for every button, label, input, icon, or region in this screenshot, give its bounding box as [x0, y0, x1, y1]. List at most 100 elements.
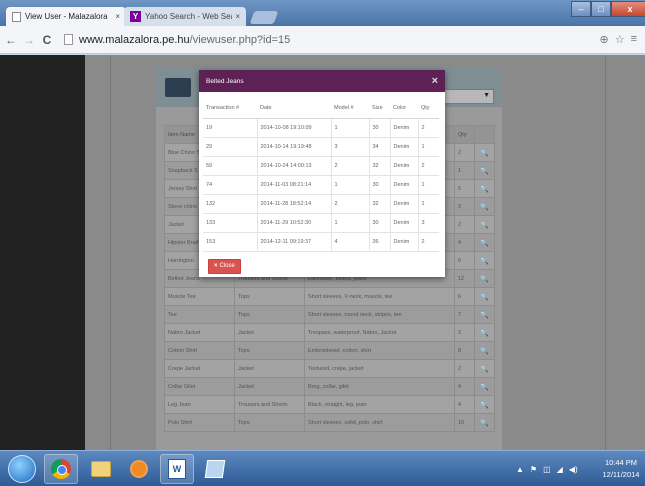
- close-window-button[interactable]: x: [611, 1, 645, 17]
- view-details-icon[interactable]: 🔍: [474, 269, 495, 288]
- item-qty: 10: [454, 413, 475, 432]
- transaction-date: 2014-10-08 19:10:09: [256, 118, 331, 138]
- col-header-model: Model #: [331, 99, 369, 119]
- item-description: Borg, collar, gilet: [304, 377, 455, 396]
- taskbar-sticky-notes[interactable]: [198, 454, 232, 484]
- taskbar-chrome[interactable]: [44, 454, 78, 484]
- tab-yahoo-search[interactable]: Y Yahoo Search - Web Searc ×: [124, 7, 246, 26]
- col-header-size: Size: [369, 99, 390, 119]
- new-tab-button[interactable]: [249, 11, 279, 24]
- view-details-icon[interactable]: 🔍: [474, 377, 495, 396]
- item-qty: 4: [454, 233, 475, 252]
- address-bar[interactable]: www.malazalora.pe.hu/viewuser.php?id=15: [64, 34, 599, 46]
- size: 32: [368, 156, 390, 176]
- view-details-icon[interactable]: 🔍: [474, 323, 495, 342]
- item-name: Tee: [164, 305, 235, 324]
- item-name: Polo Shirt: [164, 413, 235, 432]
- item-category: Tops: [234, 341, 305, 360]
- item-qty: 12: [454, 269, 475, 288]
- filter-dropdown[interactable]: ▼: [444, 89, 494, 104]
- signal-icon[interactable]: ◢: [557, 465, 563, 474]
- col-header-qty: Qty: [418, 99, 439, 119]
- model-number: 1: [330, 213, 369, 233]
- item-description: Short sleeves, V-neck, muscle, tee: [304, 287, 455, 306]
- tab-close-icon[interactable]: ×: [115, 12, 120, 21]
- model-number: 1: [330, 175, 369, 195]
- item-description: Trespass, waterproof, Nabro, Jacket: [304, 323, 455, 342]
- model-number: 4: [330, 232, 369, 252]
- minimize-button[interactable]: –: [571, 1, 591, 17]
- reload-button[interactable]: C: [40, 33, 54, 47]
- action-center-flag-icon[interactable]: ⚑: [530, 465, 537, 474]
- zoom-icon[interactable]: ⊕: [599, 33, 608, 46]
- modal-close-icon[interactable]: ×: [432, 75, 438, 87]
- show-hidden-icons-icon[interactable]: ▲: [516, 465, 524, 474]
- view-details-icon[interactable]: 🔍: [474, 305, 495, 324]
- view-details-icon[interactable]: 🔍: [474, 395, 495, 414]
- modal-title: Belted Jeans: [206, 77, 244, 85]
- caret-down-icon: ▼: [483, 92, 490, 99]
- system-tray: ▲ ⚑ ◫ ◢ ◀): [516, 465, 578, 474]
- bookmark-star-icon[interactable]: ☆: [615, 33, 625, 46]
- item-category: Jacket: [234, 377, 305, 396]
- maximize-button[interactable]: □: [591, 1, 611, 17]
- view-details-icon[interactable]: 🔍: [474, 143, 495, 162]
- model-number: 3: [330, 137, 369, 157]
- item-name: Crepe Jacket: [164, 359, 235, 378]
- qty: 1: [417, 137, 439, 157]
- item-name: Muscle Tee: [164, 287, 235, 306]
- left-sidebar: [0, 55, 85, 450]
- transaction-id: 74: [203, 175, 257, 195]
- table-row: 153 2014-12-11 09:19:37 4 36 Denim 2: [203, 232, 439, 252]
- tab-view-user[interactable]: View User - Malazalora ×: [6, 7, 126, 26]
- view-details-icon[interactable]: 🔍: [474, 179, 495, 198]
- table-row: Leg Jean Trousers and Shorts Black, straig…: [164, 395, 495, 414]
- transactions-table: Transaction # Date Model # Size Color Qt…: [203, 99, 439, 252]
- window-controls: – □ x: [571, 1, 645, 17]
- taskbar-media-player[interactable]: [122, 454, 156, 484]
- tab-close-icon[interactable]: ×: [235, 12, 240, 21]
- qty: 1: [417, 175, 439, 195]
- taskbar-explorer[interactable]: [84, 454, 118, 484]
- item-description: Short sleeves, solid, polo, shirt: [304, 413, 455, 432]
- item-qty: 1: [454, 161, 475, 180]
- transaction-id: 29: [203, 137, 257, 157]
- page-favicon-icon: [12, 11, 21, 22]
- view-details-icon[interactable]: 🔍: [474, 251, 495, 270]
- view-details-icon[interactable]: 🔍: [474, 215, 495, 234]
- truck-icon: [165, 78, 191, 97]
- item-qty: 4: [454, 395, 475, 414]
- item-qty: 6: [454, 287, 475, 306]
- color: Denim: [389, 232, 418, 252]
- transactions-modal: Belted Jeans × Transaction # Date Model …: [199, 70, 445, 277]
- transaction-date: 2014-11-03 08:21:14: [256, 175, 331, 195]
- forward-button[interactable]: →: [22, 33, 36, 47]
- table-row: Cotton Shirt Tops Embroidered, cotton, shi…: [164, 341, 495, 360]
- sticky-notes-icon: [204, 460, 226, 478]
- col-header: [474, 125, 495, 144]
- close-button[interactable]: × Close: [208, 258, 241, 274]
- taskbar-clock[interactable]: 10:44 PM 12/11/2014: [600, 457, 642, 481]
- qty: 1: [417, 194, 439, 214]
- view-details-icon[interactable]: 🔍: [474, 233, 495, 252]
- start-button[interactable]: [8, 455, 36, 483]
- view-details-icon[interactable]: 🔍: [474, 359, 495, 378]
- volume-icon[interactable]: ◀): [569, 465, 578, 474]
- view-details-icon[interactable]: 🔍: [474, 197, 495, 216]
- view-details-icon[interactable]: 🔍: [474, 413, 495, 432]
- back-button[interactable]: ←: [4, 33, 18, 47]
- table-row: 19 2014-10-08 19:10:09 1 30 Denim 2: [203, 118, 439, 138]
- table-row: 74 2014-11-03 08:21:14 1 30 Denim 1: [203, 175, 439, 195]
- item-name: Nabro Jacket: [164, 323, 235, 342]
- network-icon[interactable]: ◫: [543, 465, 551, 474]
- item-qty: 2: [454, 359, 475, 378]
- item-category: Trousers and Shorts: [234, 395, 305, 414]
- menu-icon[interactable]: ≡: [631, 33, 637, 46]
- size: 34: [368, 137, 390, 157]
- taskbar-word[interactable]: W: [160, 454, 194, 484]
- view-details-icon[interactable]: 🔍: [474, 341, 495, 360]
- size: 30: [368, 118, 390, 138]
- view-details-icon[interactable]: 🔍: [474, 287, 495, 306]
- item-name: Collar Gilet: [164, 377, 235, 396]
- view-details-icon[interactable]: 🔍: [474, 161, 495, 180]
